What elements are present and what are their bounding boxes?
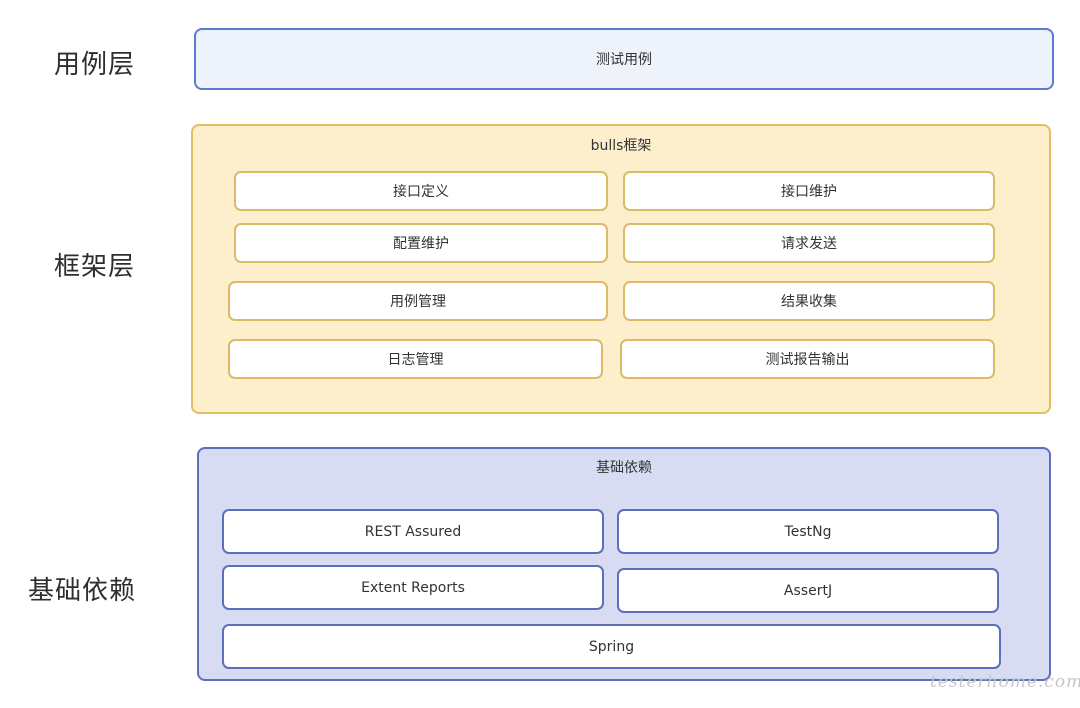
layer-label-dependencies: 基础依赖 xyxy=(28,576,137,606)
dependency-box: Spring xyxy=(222,624,1001,669)
module-box: 接口定义 xyxy=(234,171,608,211)
framework-panel: bulls框架 接口定义 接口维护 配置维护 请求发送 用例管理 结果收集 日志… xyxy=(191,124,1051,414)
usecase-panel: 测试用例 xyxy=(194,28,1054,90)
module-box: 接口维护 xyxy=(623,171,995,211)
watermark: testerhome.com xyxy=(930,672,1080,692)
dependencies-panel: 基础依赖 REST Assured TestNg Extent Reports … xyxy=(197,447,1051,681)
framework-title: bulls框架 xyxy=(590,138,652,154)
module-box: 用例管理 xyxy=(228,281,608,321)
module-box: 结果收集 xyxy=(623,281,995,321)
module-box: 日志管理 xyxy=(228,339,603,379)
dependency-box: AssertJ xyxy=(617,568,999,613)
dependency-box: REST Assured xyxy=(222,509,604,554)
module-box: 请求发送 xyxy=(623,223,995,263)
dependency-box: Extent Reports xyxy=(222,565,604,610)
dependency-box: TestNg xyxy=(617,509,999,554)
dependencies-title: 基础依赖 xyxy=(596,460,652,476)
module-box: 配置维护 xyxy=(234,223,608,263)
module-box: 测试报告输出 xyxy=(620,339,995,379)
layer-label-usecase: 用例层 xyxy=(54,50,136,80)
layer-label-framework: 框架层 xyxy=(54,252,136,282)
usecase-content: 测试用例 xyxy=(596,52,652,68)
